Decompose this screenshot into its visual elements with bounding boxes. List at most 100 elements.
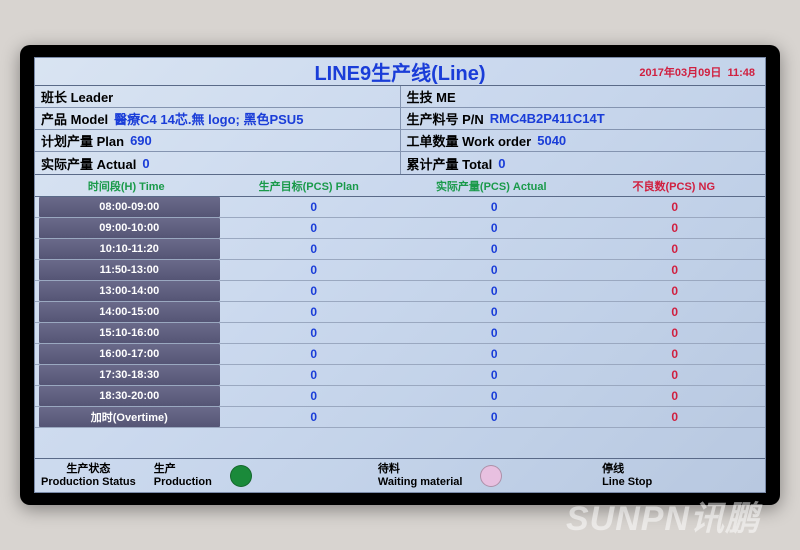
ng-cell: 0: [585, 221, 766, 235]
datetime: 2017年03月09日 11:48: [639, 64, 755, 80]
data-rows: 08:00-09:0000009:00-10:0000010:10-11:200…: [35, 197, 765, 428]
model-value: 醫療C4 14芯.無 logo; 黑色PSU5: [114, 109, 303, 128]
me-cell: 生技 ME: [401, 86, 766, 107]
actual-cell: 0: [404, 242, 585, 256]
total-cell: 累计产量 Total 0: [401, 152, 766, 174]
pn-value: RMC4B2P411C14T: [490, 111, 605, 126]
status-waiting-dot: [480, 465, 502, 487]
plan-cell: 计划产量 Plan 690: [35, 130, 401, 151]
monitor-frame: LINE9生产线(Line) 2017年03月09日 11:48 班长 Lead…: [20, 45, 780, 505]
actual-cell: 0: [404, 200, 585, 214]
leader-label: 班长 Leader: [41, 87, 113, 106]
status-production: 生产 Production: [154, 463, 378, 487]
plan-cell: 0: [224, 368, 405, 382]
time-cell: 18:30-20:00: [39, 386, 220, 406]
ng-cell: 0: [585, 347, 766, 361]
table-row: 18:30-20:00000: [35, 386, 765, 407]
info-grid: 班长 Leader 生技 ME 产品 Model 醫療C4 14芯.無 logo…: [35, 86, 765, 175]
actual-value: 0: [142, 156, 149, 171]
leader-cell: 班长 Leader: [35, 86, 401, 107]
time-cell: 11:50-13:00: [39, 260, 220, 280]
pn-cell: 生产料号 P/N RMC4B2P411C14T: [401, 108, 766, 129]
col-plan: 生产目标(PCS) Plan: [218, 178, 401, 194]
workorder-value: 5040: [537, 133, 566, 148]
pn-label: 生产料号 P/N: [407, 109, 484, 128]
ng-cell: 0: [585, 305, 766, 319]
status-production-en: Production: [154, 476, 212, 488]
actual-cell: 实际产量 Actual 0: [35, 152, 401, 174]
col-actual: 实际产量(PCS) Actual: [400, 178, 583, 194]
plan-cell: 0: [224, 284, 405, 298]
actual-cell: 0: [404, 347, 585, 361]
status-waiting: 待料 Waiting material: [378, 463, 602, 487]
plan-cell: 0: [224, 305, 405, 319]
time-cell: 14:00-15:00: [39, 302, 220, 322]
total-label: 累计产量 Total: [407, 154, 493, 173]
plan-cell: 0: [224, 326, 405, 340]
status-title: 生产状态 Production Status: [41, 463, 136, 487]
plan-cell: 0: [224, 410, 405, 424]
plan-cell: 0: [224, 263, 405, 277]
table-row: 加时(Overtime)000: [35, 407, 765, 428]
status-linestop: 停线 Line Stop: [602, 463, 759, 487]
me-label: 生技 ME: [407, 87, 456, 106]
status-title-cn: 生产状态: [66, 463, 110, 475]
time-cell: 15:10-16:00: [39, 323, 220, 343]
time-cell: 09:00-10:00: [39, 218, 220, 238]
total-value: 0: [498, 156, 505, 171]
plan-value: 690: [130, 133, 152, 148]
model-label: 产品 Model: [41, 109, 108, 128]
table-row: 16:00-17:00000: [35, 344, 765, 365]
status-linestop-cn: 停线: [602, 463, 624, 475]
time-cell: 16:00-17:00: [39, 344, 220, 364]
table-row: 09:00-10:00000: [35, 218, 765, 239]
plan-cell: 0: [224, 242, 405, 256]
plan-cell: 0: [224, 200, 405, 214]
status-production-cn: 生产: [154, 463, 176, 475]
actual-cell: 0: [404, 389, 585, 403]
title-bar: LINE9生产线(Line) 2017年03月09日 11:48: [35, 58, 765, 86]
actual-cell: 0: [404, 221, 585, 235]
actual-cell: 0: [404, 284, 585, 298]
workorder-cell: 工单数量 Work order 5040: [401, 130, 766, 151]
actual-cell: 0: [404, 326, 585, 340]
actual-label: 实际产量 Actual: [41, 154, 136, 173]
ng-cell: 0: [585, 368, 766, 382]
ng-cell: 0: [585, 200, 766, 214]
status-waiting-en: Waiting material: [378, 476, 463, 488]
table-row: 14:00-15:00000: [35, 302, 765, 323]
table-row: 15:10-16:00000: [35, 323, 765, 344]
ng-cell: 0: [585, 242, 766, 256]
table-row: 10:10-11:20000: [35, 239, 765, 260]
actual-cell: 0: [404, 410, 585, 424]
time-cell: 13:00-14:00: [39, 281, 220, 301]
time-cell: 08:00-09:00: [39, 197, 220, 217]
ng-cell: 0: [585, 284, 766, 298]
status-title-en: Production Status: [41, 476, 136, 488]
plan-cell: 0: [224, 347, 405, 361]
page-title: LINE9生产线(Line): [314, 57, 485, 86]
col-time: 时间段(H) Time: [35, 178, 218, 194]
ng-cell: 0: [585, 410, 766, 424]
status-production-dot: [230, 465, 252, 487]
table-row: 08:00-09:00000: [35, 197, 765, 218]
table-header: 时间段(H) Time 生产目标(PCS) Plan 实际产量(PCS) Act…: [35, 175, 765, 197]
col-ng: 不良数(PCS) NG: [583, 178, 766, 194]
dashboard-screen: LINE9生产线(Line) 2017年03月09日 11:48 班长 Lead…: [34, 57, 766, 493]
model-cell: 产品 Model 醫療C4 14芯.無 logo; 黑色PSU5: [35, 108, 401, 129]
ng-cell: 0: [585, 263, 766, 277]
ng-cell: 0: [585, 389, 766, 403]
workorder-label: 工单数量 Work order: [407, 131, 532, 150]
status-waiting-cn: 待料: [378, 463, 400, 475]
time-cell: 加时(Overtime): [39, 407, 220, 427]
plan-label: 计划产量 Plan: [41, 131, 124, 150]
status-linestop-en: Line Stop: [602, 476, 652, 488]
ng-cell: 0: [585, 326, 766, 340]
time-cell: 10:10-11:20: [39, 239, 220, 259]
time-cell: 17:30-18:30: [39, 365, 220, 385]
actual-cell: 0: [404, 368, 585, 382]
date-text: 2017年03月09日: [639, 67, 721, 79]
plan-cell: 0: [224, 389, 405, 403]
table-row: 17:30-18:30000: [35, 365, 765, 386]
time-text: 11:48: [727, 67, 755, 79]
